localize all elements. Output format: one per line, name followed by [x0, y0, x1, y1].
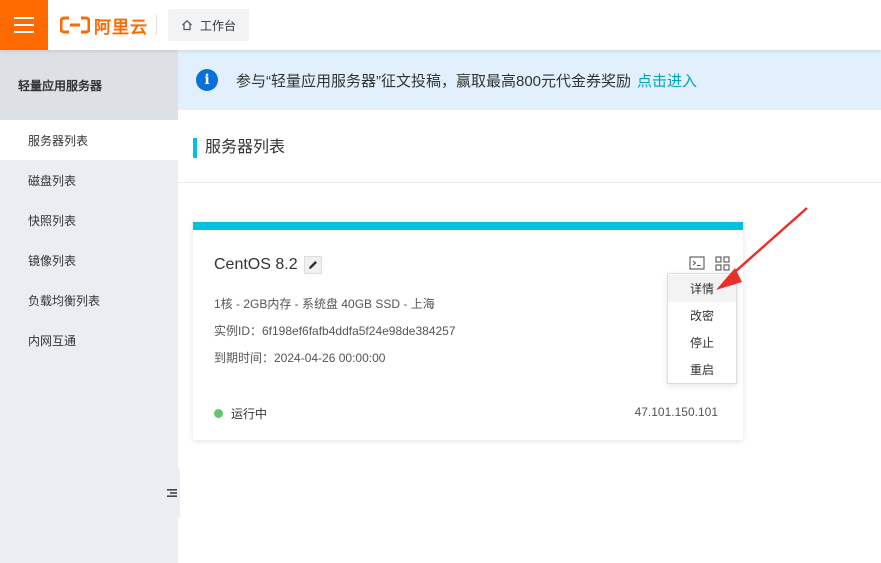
divider: [156, 15, 157, 35]
logo-mark-icon: [60, 16, 90, 34]
sidebar-item-server-list[interactable]: 服务器列表: [0, 120, 178, 160]
top-bar: 阿里云 工作台: [0, 0, 881, 50]
home-icon: [182, 19, 192, 31]
promo-banner: i 参与“轻量应用服务器”征文投稿，赢取最高800元代金券奖励 点击进入: [178, 50, 881, 110]
status-text: 运行中: [231, 407, 268, 421]
sidebar-item-load-balancer-list[interactable]: 负载均衡列表: [0, 280, 178, 320]
more-actions-dropdown: 详情 改密 停止 重启: [667, 273, 737, 384]
edit-icon[interactable]: [303, 256, 322, 274]
sidebar-title: 轻量应用服务器: [0, 50, 178, 120]
public-ip: 47.101.150.101: [634, 405, 718, 419]
expire-time: 到期时间：2024-04-26 00:00:00: [214, 351, 386, 365]
sidebar-item-disk-list[interactable]: 磁盘列表: [0, 160, 178, 200]
workbench-button[interactable]: 工作台: [168, 9, 250, 41]
status-dot-icon: [214, 409, 223, 418]
menu-item-change-password[interactable]: 改密: [668, 302, 736, 329]
menu-item-restart[interactable]: 重启: [668, 356, 736, 383]
menu-item-details[interactable]: 详情: [668, 275, 736, 302]
server-card[interactable]: CentOS 8.2 1核 - 2GB内存 - 系统盘 40GB SSD - 上…: [193, 222, 743, 440]
status-badge: 运行中: [214, 405, 267, 422]
aliyun-logo[interactable]: 阿里云: [60, 13, 148, 37]
banner-link[interactable]: 点击进入: [637, 70, 697, 91]
grid-icon[interactable]: [715, 256, 730, 271]
instance-id: 实例ID：6f198ef6fafb4ddfa5f24e98de384257: [214, 324, 456, 338]
info-icon: i: [196, 69, 218, 91]
card-accent-bar: [193, 222, 743, 230]
server-name-row: CentOS 8.2: [214, 256, 322, 274]
menu-item-stop[interactable]: 停止: [668, 329, 736, 356]
sidebar-item-intranet[interactable]: 内网互通: [0, 320, 178, 360]
server-specs: 1核 - 2GB内存 - 系统盘 40GB SSD - 上海: [214, 297, 435, 311]
menu-icon[interactable]: [0, 0, 48, 50]
banner-text: 参与“轻量应用服务器”征文投稿，赢取最高800元代金券奖励: [236, 72, 632, 90]
logo-text: 阿里云: [94, 17, 148, 37]
collapse-icon: [167, 489, 177, 497]
terminal-icon[interactable]: [689, 256, 705, 270]
sidebar: 轻量应用服务器 服务器列表 磁盘列表 快照列表 镜像列表 负载均衡列表 内网互通: [0, 50, 178, 563]
page-title: 服务器列表: [193, 138, 285, 158]
server-name: CentOS 8.2: [214, 256, 298, 273]
sidebar-item-snapshot-list[interactable]: 快照列表: [0, 200, 178, 240]
workbench-label: 工作台: [200, 18, 237, 33]
sidebar-item-image-list[interactable]: 镜像列表: [0, 240, 178, 280]
divider: [178, 182, 881, 183]
card-actions: [689, 256, 730, 271]
